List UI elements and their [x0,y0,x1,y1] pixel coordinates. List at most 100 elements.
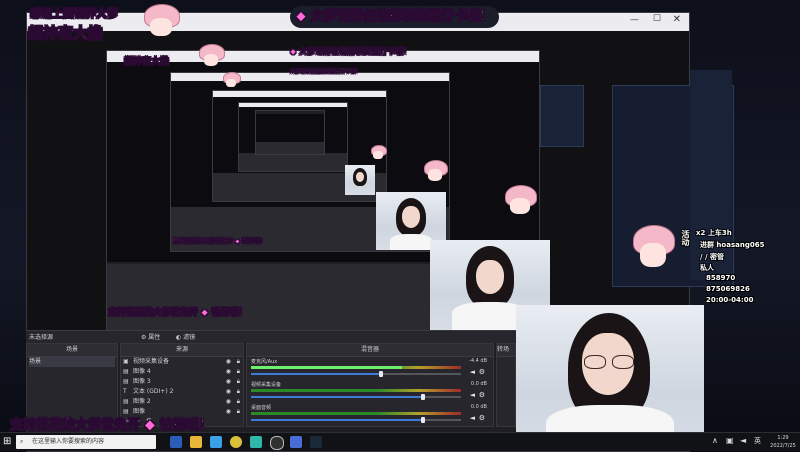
filters-button[interactable]: ◐ 滤镜 [176,332,195,341]
speaker-icon[interactable]: ◄ [470,368,475,376]
ime-indicator[interactable]: 英 [754,436,761,446]
chat-line: 20:00-04:00 [706,296,754,304]
mirror-banner-1: ◆ 大爹记得在钻粉联赛里打卡哦！ [290,46,412,57]
gem-icon: ◆ [290,47,297,57]
volume-slider-knob[interactable] [379,371,383,377]
volume-slider-knob[interactable] [421,417,425,423]
text-icon: T [123,388,127,395]
eye-icon[interactable]: ◉ [226,407,231,417]
lock-icon[interactable]: 🔒︎ [237,407,240,417]
speaker-icon[interactable]: ◄ [470,414,475,422]
mixer-channel-db: 0.0 dB [470,404,487,410]
mixer-channel: 桌面音频 0.0 dB ◄ ⚙ [251,404,487,426]
source-item[interactable]: ▤ 图像 3 ◉ 🔒︎ [123,377,241,387]
top-banner-text: 大爹记得在钻粉联赛里打卡哦！ [310,9,493,25]
taskbar: ⊞ ⌕ 在这里输入你要搜索的内容 ∧ ▣ ◄ 英 1:29 2022/7/25 [0,432,800,451]
scene-item[interactable]: 场景 [29,357,115,367]
top-banner: ◆ 大爹记得在钻粉联赛里打卡哦！ [290,6,499,28]
app-icon[interactable] [250,436,262,448]
network-icon[interactable]: ▣ [726,436,734,445]
mixer-settings-icon[interactable]: ⚙ [479,391,485,399]
close-icon[interactable]: ✕ [673,14,681,25]
nested-preview [256,114,324,144]
search-input[interactable]: ⌕ 在这里输入你要搜索的内容 [16,435,156,449]
mirror-support-banner-2: 支持花花的大爹优先开 ◆ 钻粉哦！ [108,305,248,319]
volume-icon[interactable]: ◄ [740,436,746,445]
bottom-support-text: 支持花花的大爹优先开 [10,418,141,434]
eye-icon[interactable]: ◉ [226,397,231,407]
mirror-support-banner-1: 支持花花的大爹优先开 ◆ 钻粉哦！ [173,236,266,246]
mascot-icon [198,44,225,70]
source-label: 图像 4 [133,368,151,375]
chat-line: 875069826 [706,285,750,293]
app-icon[interactable] [290,436,302,448]
lock-icon[interactable]: 🔒︎ [237,387,240,397]
lock-icon[interactable]: 🔒︎ [237,367,240,377]
webcam-large [516,305,704,450]
mixer-settings-icon[interactable]: ⚙ [479,414,485,422]
steam-icon[interactable] [310,436,322,448]
source-item[interactable]: T 文本 (GDI+) 2 ◉ 🔒︎ [123,387,241,397]
chat-line: 私人 [700,264,714,272]
task-view-icon[interactable] [170,436,182,448]
mixer-dock-header: 混音器 [247,344,493,357]
volume-meter [251,389,461,392]
source-item[interactable]: ▤ 图像 4 ◉ 🔒︎ [123,367,241,377]
transitions-dock-header: 转场 [497,344,515,357]
mirror-banner-2: 大爹记得在钻粉联赛里打卡哦！ [290,68,361,76]
tray-chevron-icon[interactable]: ∧ [712,436,718,445]
clock-date: 2022/7/25 [770,443,796,449]
mascot-icon [503,185,537,225]
mixer-channel-name: 麦克风/Aux [251,359,278,365]
lock-icon[interactable]: 🔒︎ [237,357,240,367]
clock-time: 1:29 [777,435,789,441]
bottom-support-text-2: 钻粉哦！ [159,418,213,434]
eye-icon[interactable]: ◉ [226,357,231,367]
mixer-settings-icon[interactable]: ⚙ [479,368,485,376]
nested-docks [256,142,324,154]
audio-mixer-dock: 混音器 麦克风/Aux -4.4 dB ◄ ⚙ 视频采集设备 0.0 dB ◄ ⚙ 桌面音频 0.… [246,343,494,427]
scenes-header-label: 场景 [65,346,78,353]
support-text: 支持花花的大爹优先开 [173,238,234,246]
source-item[interactable]: ▤ 图像 2 ◉ 🔒︎ [123,397,241,407]
support-text: 支持花花的大爹优先开 [108,308,199,319]
eye-icon[interactable]: ◉ [226,387,231,397]
volume-slider[interactable] [251,396,423,398]
lock-icon[interactable]: 🔒︎ [237,377,240,387]
volume-slider[interactable] [251,419,423,421]
app-icon[interactable] [230,436,242,448]
nickname-text: 超神夜大撸 [28,24,104,43]
volume-meter [251,412,461,415]
eye-icon[interactable]: ◉ [226,377,231,387]
transitions-header-label: 转场 [497,346,510,353]
chat-line: x2 上车3h [696,229,732,237]
camera-icon: ▣ [123,358,129,365]
explorer-icon[interactable] [190,436,202,448]
source-toolbar: 未选择源 ⚙ 属性 ◐ 滤镜 [26,330,516,343]
obs-icon[interactable] [270,436,284,450]
start-icon[interactable]: ⊞ [3,436,11,447]
browser-icon[interactable] [210,436,222,448]
support-text-2: 钻粉哦！ [211,308,248,319]
gem-icon: ◆ [144,417,156,434]
nested-obs-window-5 [255,110,325,155]
lock-icon[interactable]: 🔒︎ [237,397,240,407]
mixer-channel-db: -4.4 dB [469,358,487,364]
speaker-icon[interactable]: ◄ [470,391,475,399]
clock[interactable]: 1:29 2022/7/25 [768,434,798,450]
search-icon: ⌕ [20,438,24,445]
volume-slider[interactable] [251,373,381,375]
image-icon: ▤ [123,378,129,385]
eye-icon[interactable]: ◉ [226,367,231,377]
volume-slider-knob[interactable] [421,394,425,400]
image-icon: ▤ [123,368,129,375]
minimize-icon[interactable]: — [630,15,639,25]
maximize-icon[interactable]: ☐ [653,14,661,24]
mirror-banner-text: 大爹记得在钻粉联赛里打卡哦！ [290,69,361,76]
chat-line: 进群 hoasang065 [700,241,765,249]
mirror-logo-1: 超神夜大撸 [118,44,228,74]
source-item[interactable]: ▣ 视频采集设备 ◉ 🔒︎ [123,357,241,367]
transitions-dock: 转场 [496,343,516,427]
properties-button[interactable]: ⚙ 属性 [141,332,160,341]
mirror-banner-text: 大爹记得在钻粉联赛里打卡哦！ [298,47,412,57]
